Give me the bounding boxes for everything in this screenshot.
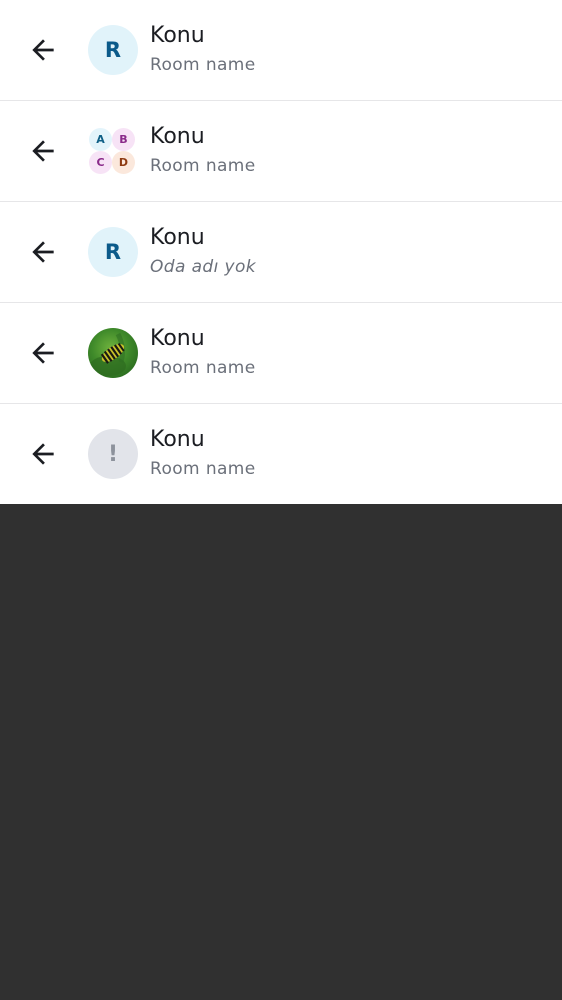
room-title: Konu <box>150 225 205 250</box>
room-avatar-group: A B C D <box>87 126 139 178</box>
caterpillar-photo-icon <box>90 332 126 376</box>
room-title: Konu <box>150 427 205 452</box>
avatar-letter: R <box>104 240 122 264</box>
room-subtitle: Oda adı yok <box>150 257 257 277</box>
arrow-left-icon[interactable] <box>27 438 59 470</box>
room-texts: Konu Room name <box>150 325 256 379</box>
room-title: Konu <box>150 124 205 149</box>
avatar-letter: R <box>104 38 122 62</box>
avatar-mini-a: A <box>89 128 112 151</box>
room-avatar: R <box>88 227 138 277</box>
room-title: Konu <box>150 23 205 48</box>
room-texts: Konu Room name <box>150 22 256 76</box>
room-avatar-image <box>88 328 138 378</box>
avatar-mini-c: C <box>89 151 112 174</box>
avatar-mini-b: B <box>112 128 135 151</box>
exclamation-icon: ! <box>107 441 119 467</box>
room-texts: Konu Oda adı yok <box>150 224 256 278</box>
room-header-row: R Konu Oda adı yok <box>0 202 562 303</box>
room-texts: Konu Room name <box>150 426 256 480</box>
room-avatar-placeholder: ! <box>88 429 138 479</box>
room-header-row: R Konu Room name <box>0 0 562 101</box>
room-subtitle: Room name <box>150 156 256 176</box>
room-header-list: R Konu Room name A B C D Konu Room name … <box>0 0 562 504</box>
room-texts: Konu Room name <box>150 123 256 177</box>
arrow-left-icon[interactable] <box>27 337 59 369</box>
room-header-row: ! Konu Room name <box>0 404 562 504</box>
room-subtitle: Room name <box>150 55 256 75</box>
room-title: Konu <box>150 326 205 351</box>
arrow-left-icon[interactable] <box>27 236 59 268</box>
room-avatar: R <box>88 25 138 75</box>
room-header-row: Konu Room name <box>0 303 562 404</box>
room-subtitle: Room name <box>150 358 256 378</box>
room-header-row: A B C D Konu Room name <box>0 101 562 202</box>
arrow-left-icon[interactable] <box>27 135 59 167</box>
arrow-left-icon[interactable] <box>27 34 59 66</box>
avatar-mini-d: D <box>112 151 135 174</box>
room-subtitle: Room name <box>150 459 256 479</box>
